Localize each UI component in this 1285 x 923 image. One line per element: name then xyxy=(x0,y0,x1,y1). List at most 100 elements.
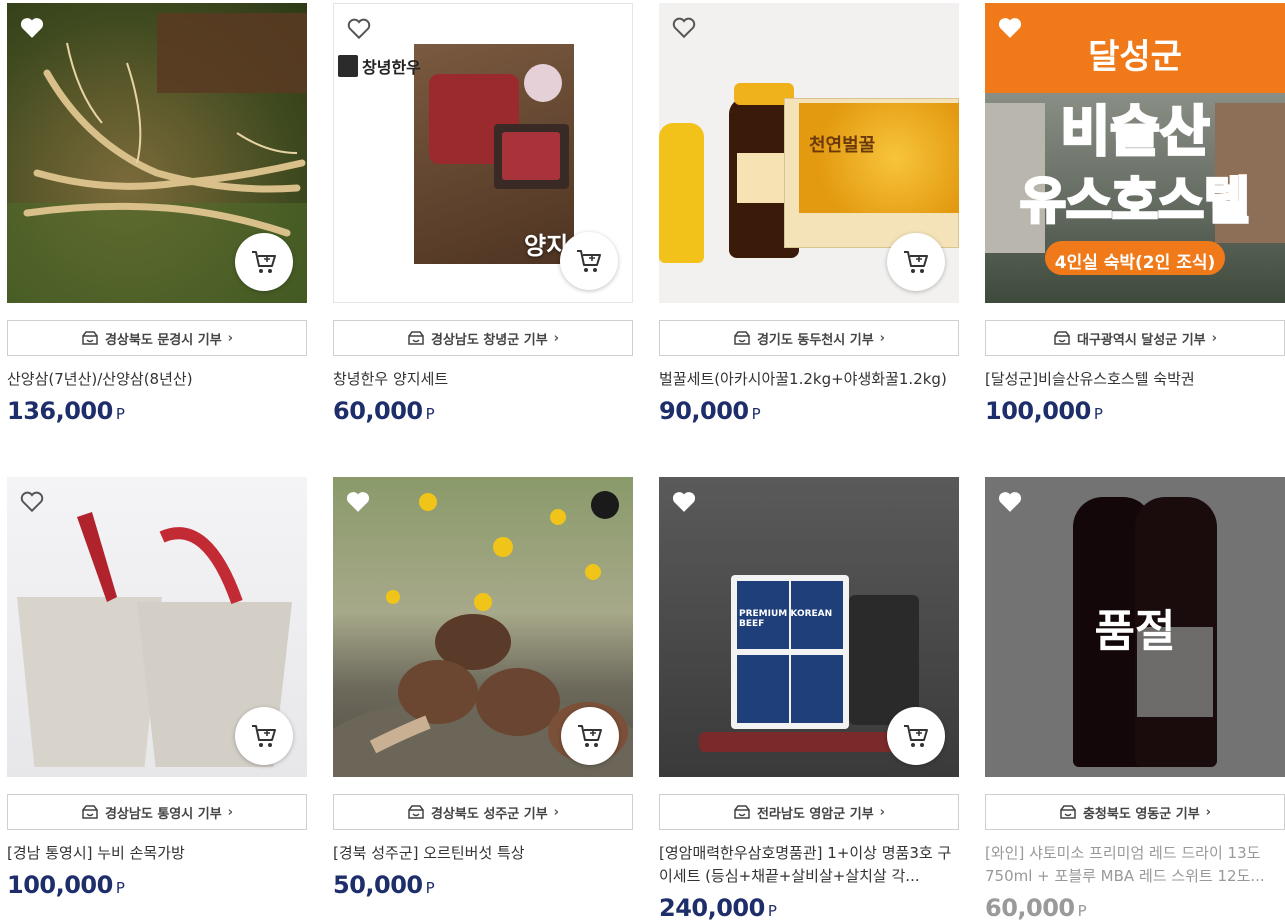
price-value: 136,000 xyxy=(7,397,113,425)
price-unit: P xyxy=(425,405,435,423)
product-price: 60,000 P xyxy=(333,397,633,425)
product-name[interactable]: [달성군]비슬산유스호스텔 숙박권 xyxy=(985,368,1285,391)
soldout-label: 품절 xyxy=(1094,606,1176,657)
add-to-cart-button[interactable] xyxy=(887,707,945,765)
product-card[interactable]: PREMIUM KOREAN BEEF 전라남도 영암군 기부 › [영암매력한… xyxy=(659,477,959,922)
product-price: 240,000 P xyxy=(659,894,959,922)
region-label: 전라남도 영암군 기부 xyxy=(756,806,874,822)
price-unit: P xyxy=(1093,405,1103,423)
gift-box-icon xyxy=(408,805,424,819)
product-card[interactable]: 품절 충청북도 영동군 기부 › [와인] 샤토미소 프리미엄 레드 드라이 1… xyxy=(985,477,1285,922)
chevron-right-icon: › xyxy=(553,330,560,346)
product-image-hostel[interactable]: 달성군 비슬산 유스호스텔 4인실 숙박(2인 조식) xyxy=(985,3,1285,303)
product-image-beef-set[interactable]: PREMIUM KOREAN BEEF xyxy=(659,477,959,777)
add-to-cart-button[interactable] xyxy=(887,233,945,291)
product-name[interactable]: [경북 성주군] 오르틴버섯 특상 xyxy=(333,842,633,865)
donation-region-button[interactable]: 경기도 동두천시 기부 › xyxy=(659,320,959,356)
heart-icon[interactable] xyxy=(19,15,45,39)
price-value: 60,000 xyxy=(333,397,423,425)
price-unit: P xyxy=(115,879,125,897)
price-value: 90,000 xyxy=(659,397,749,425)
price-value: 100,000 xyxy=(7,871,113,899)
donation-region-button[interactable]: 경상북도 성주군 기부 › xyxy=(333,794,633,830)
chevron-right-icon: › xyxy=(1205,804,1212,820)
heart-icon[interactable] xyxy=(671,15,697,39)
product-card[interactable]: 경상북도 문경시 기부 › 산양삼(7년산)/산양삼(8년산) 136,000 P xyxy=(7,3,307,425)
product-name[interactable]: [와인] 샤토미소 프리미엄 레드 드라이 13도 750ml + 포블루 MB… xyxy=(985,842,1285,888)
chevron-right-icon: › xyxy=(879,330,886,346)
product-image-bags[interactable] xyxy=(7,477,307,777)
cart-icon xyxy=(578,725,602,747)
donation-region-button[interactable]: 경상북도 문경시 기부 › xyxy=(7,320,307,356)
gift-box-icon xyxy=(734,805,750,819)
product-price: 50,000 P xyxy=(333,871,633,899)
region-label: 경상남도 창녕군 기부 xyxy=(430,332,548,348)
donation-region-button[interactable]: 충청북도 영동군 기부 › xyxy=(985,794,1285,830)
cart-icon xyxy=(904,725,928,747)
banner-line2: 비슬산 xyxy=(1059,99,1211,165)
add-to-cart-button[interactable] xyxy=(560,232,618,290)
donation-region-button[interactable]: 경상남도 통영시 기부 › xyxy=(7,794,307,830)
price-value: 50,000 xyxy=(333,871,423,899)
gift-box-icon xyxy=(408,331,424,345)
heart-icon[interactable] xyxy=(19,489,45,513)
price-unit: P xyxy=(1077,902,1087,920)
region-label: 대구광역시 달성군 기부 xyxy=(1076,332,1206,348)
product-price: 90,000 P xyxy=(659,397,959,425)
donation-region-button[interactable]: 전라남도 영암군 기부 › xyxy=(659,794,959,830)
add-to-cart-button[interactable] xyxy=(235,707,293,765)
product-price: 136,000 P xyxy=(7,397,307,425)
product-price: 100,000 P xyxy=(985,397,1285,425)
product-image-hanwoo[interactable]: 창녕한우 양지 xyxy=(333,3,633,303)
box-label: PREMIUM KOREAN BEEF xyxy=(739,609,833,629)
product-image-wine[interactable]: 품절 xyxy=(985,477,1285,777)
product-price: 60,000 P xyxy=(985,894,1285,922)
product-image-honey[interactable]: 천연벌꿀 xyxy=(659,3,959,303)
add-to-cart-button[interactable] xyxy=(561,707,619,765)
product-name[interactable]: [영암매력한우삼호명품관] 1+이상 명품3호 구이세트 (등심+채끝+살비살+… xyxy=(659,842,959,888)
gift-box-icon xyxy=(82,805,98,819)
region-label: 경상북도 문경시 기부 xyxy=(104,332,222,348)
product-card[interactable]: 경상북도 성주군 기부 › [경북 성주군] 오르틴버섯 특상 50,000 P xyxy=(333,477,633,899)
region-label: 경기도 동두천시 기부 xyxy=(756,332,874,348)
heart-icon[interactable] xyxy=(671,489,697,513)
product-grid: 경상북도 문경시 기부 › 산양삼(7년산)/산양삼(8년산) 136,000 P… xyxy=(0,0,1285,923)
heart-icon[interactable] xyxy=(346,16,372,40)
product-image-ginseng[interactable] xyxy=(7,3,307,303)
chevron-right-icon: › xyxy=(1211,330,1217,346)
gift-box-icon xyxy=(1060,805,1076,819)
soldout-overlay: 품절 xyxy=(985,477,1285,777)
heart-icon[interactable] xyxy=(997,15,1023,39)
product-card[interactable]: 천연벌꿀 경기도 동두천시 기부 › 벌꿀세트(아카시아꿀1.2kg+야생화꿀1… xyxy=(659,3,959,425)
chevron-right-icon: › xyxy=(227,330,234,346)
product-card[interactable]: 창녕한우 양지 경상남도 창녕군 기부 › 창녕한우 양지세트 60,000 P xyxy=(333,3,633,425)
price-value: 100,000 xyxy=(985,397,1091,425)
product-image-mushroom[interactable] xyxy=(333,477,633,777)
cart-icon xyxy=(252,251,276,273)
box-label: 천연벌꿀 xyxy=(809,135,876,156)
product-name[interactable]: 창녕한우 양지세트 xyxy=(333,368,633,391)
product-price: 100,000 P xyxy=(7,871,307,899)
product-card[interactable]: 달성군 비슬산 유스호스텔 4인실 숙박(2인 조식) 대구광역시 달성군 기부… xyxy=(985,3,1285,425)
donation-region-button[interactable]: 경상남도 창녕군 기부 › xyxy=(333,320,633,356)
product-name[interactable]: [경남 통영시] 누비 손목가방 xyxy=(7,842,307,865)
heart-icon[interactable] xyxy=(345,489,371,513)
donation-region-button[interactable]: 대구광역시 달성군 기부 › xyxy=(985,320,1285,356)
banner-line3: 유스호스텔 xyxy=(1019,171,1252,232)
region-label: 경상북도 성주군 기부 xyxy=(430,806,548,822)
price-unit: P xyxy=(425,879,435,897)
region-label: 충청북도 영동군 기부 xyxy=(1082,806,1200,822)
price-unit: P xyxy=(767,902,777,920)
product-name[interactable]: 산양삼(7년산)/산양삼(8년산) xyxy=(7,368,307,391)
product-name[interactable]: 벌꿀세트(아카시아꿀1.2kg+야생화꿀1.2kg) xyxy=(659,368,959,391)
cart-icon xyxy=(252,725,276,747)
add-to-cart-button[interactable] xyxy=(235,233,293,291)
gift-box-icon xyxy=(734,331,750,345)
product-card[interactable]: 경상남도 통영시 기부 › [경남 통영시] 누비 손목가방 100,000 P xyxy=(7,477,307,899)
price-value: 240,000 xyxy=(659,894,765,922)
brand-badge xyxy=(591,491,619,519)
gift-box-icon xyxy=(1054,331,1070,345)
price-unit: P xyxy=(751,405,761,423)
cart-icon xyxy=(577,250,601,272)
heart-icon[interactable] xyxy=(997,489,1023,513)
